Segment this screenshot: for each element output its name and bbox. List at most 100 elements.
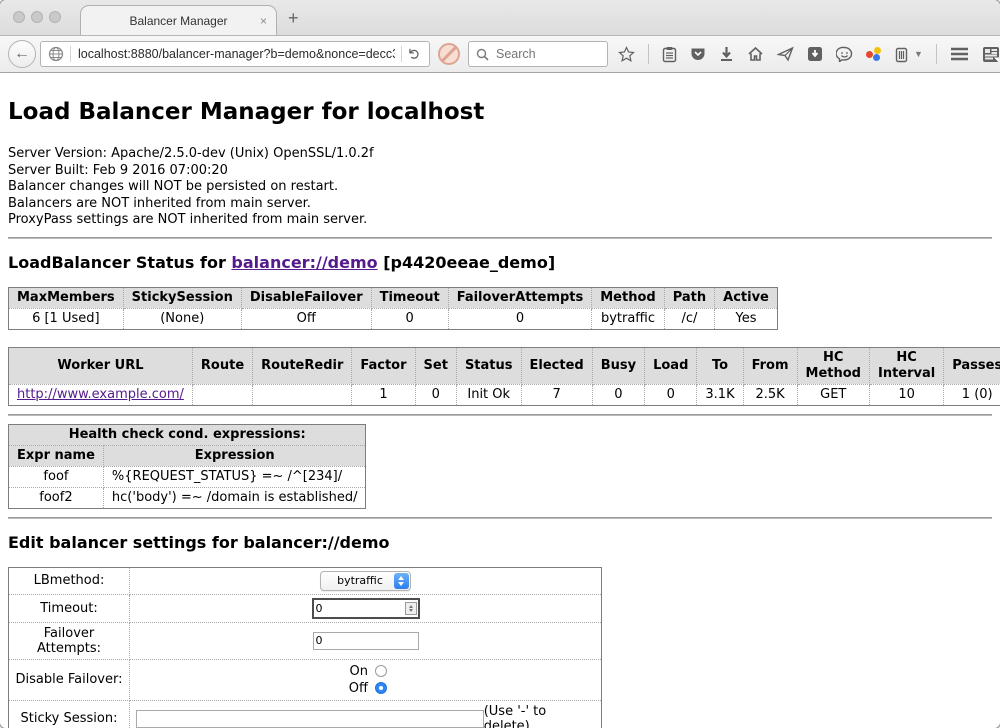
cell-expr-name-foof: foof — [9, 466, 104, 487]
cell-timeout: 0 — [371, 308, 448, 329]
col-status: Status — [456, 347, 521, 384]
lbmethod-selected-value: bytraffic — [335, 574, 393, 587]
proxypass-note: ProxyPass settings are NOT inherited fro… — [8, 212, 992, 229]
search-input[interactable] — [494, 46, 598, 62]
sticky-session-input[interactable] — [136, 710, 484, 728]
downloads-icon[interactable] — [719, 46, 734, 62]
col-from: From — [743, 347, 797, 384]
back-button[interactable]: ← — [8, 40, 36, 68]
disable-failover-label: Disable Failover: — [9, 659, 130, 700]
lbmethod-label: LBmethod: — [9, 567, 130, 594]
cell-load: 0 — [645, 384, 697, 405]
cell-active: Yes — [715, 308, 778, 329]
window-minimize-button[interactable] — [31, 11, 43, 23]
content-blocked-icon[interactable] — [438, 43, 460, 65]
number-spinner-icon[interactable] — [405, 602, 417, 615]
table-header-row: Expr name Expression — [9, 445, 366, 466]
col-set: Set — [415, 347, 456, 384]
bookmarks-grid-icon[interactable] — [982, 46, 1000, 63]
worker-url-link[interactable]: http://www.example.com/ — [17, 387, 184, 402]
divider-3 — [8, 517, 992, 519]
status-heading-prefix: LoadBalancer Status for — [8, 253, 226, 272]
urlbar-separator-2 — [401, 46, 402, 62]
reading-list-icon[interactable] — [662, 46, 677, 63]
tab-balancer-manager[interactable]: Balancer Manager × — [80, 5, 277, 36]
colored-dots-icon[interactable] — [866, 47, 882, 61]
cell-route — [192, 384, 252, 405]
navigation-toolbar: ← localhost:8880/balancer-manager?b=demo… — [0, 35, 1000, 73]
col-active: Active — [715, 287, 778, 308]
sticky-session-label: Sticky Session: — [9, 700, 130, 728]
failover-attempts-input[interactable] — [313, 632, 419, 650]
url-bar[interactable]: localhost:8880/balancer-manager?b=demo&n… — [40, 41, 430, 67]
hello-smiley-icon[interactable] — [836, 46, 853, 62]
cell-stickysession: (None) — [123, 308, 241, 329]
menu-icon[interactable] — [950, 47, 969, 61]
url-text[interactable]: localhost:8880/balancer-manager?b=demo&n… — [78, 47, 395, 61]
col-factor: Factor — [352, 347, 415, 384]
disable-failover-on-radio[interactable] — [375, 665, 387, 677]
cell-passes: 1 (0) — [944, 384, 1000, 405]
square-download-icon[interactable] — [807, 46, 823, 62]
col-hc-method: HC Method — [797, 347, 869, 384]
col-expression: Expression — [103, 445, 366, 466]
page-content: Load Balancer Manager for localhost Serv… — [0, 73, 1000, 728]
col-disablefailover: DisableFailover — [241, 287, 371, 308]
failover-attempts-cell — [130, 622, 602, 659]
search-bar[interactable] — [468, 41, 608, 67]
cell-maxmembers: 6 [1 Used] — [9, 308, 124, 329]
col-maxmembers: MaxMembers — [9, 287, 124, 308]
disable-failover-off-radio[interactable] — [375, 682, 387, 694]
home-icon[interactable] — [747, 46, 764, 62]
toolbar-dropdown-caret-icon[interactable]: ▼ — [914, 49, 923, 59]
pocket-icon[interactable] — [690, 46, 706, 62]
cell-status: Init Ok — [456, 384, 521, 405]
tab-bar: Balancer Manager × + — [0, 0, 1000, 35]
reload-icon[interactable]: ↻ — [406, 48, 424, 61]
divider-1 — [8, 237, 992, 239]
col-elected: Elected — [521, 347, 592, 384]
new-tab-button[interactable]: + — [288, 8, 299, 29]
site-identity-globe-icon[interactable] — [48, 46, 64, 62]
col-to: To — [697, 347, 743, 384]
cell-elected: 7 — [521, 384, 592, 405]
cell-factor: 1 — [352, 384, 415, 405]
cell-failoverattempts: 0 — [448, 308, 592, 329]
col-routeredir: RouteRedir — [253, 347, 352, 384]
tab-title: Balancer Manager — [129, 14, 227, 28]
col-stickysession: StickySession — [123, 287, 241, 308]
timeout-row: Timeout: — [9, 594, 602, 622]
col-method: Method — [592, 287, 664, 308]
failover-attempts-row: Failover Attempts: — [9, 622, 602, 659]
send-tab-icon[interactable] — [777, 46, 794, 62]
worker-table: Worker URL Route RouteRedir Factor Set S… — [8, 347, 1000, 406]
cell-hc-method: GET — [797, 384, 869, 405]
failover-attempts-label: Failover Attempts: — [9, 622, 130, 659]
timeout-cell — [130, 594, 602, 622]
cell-busy: 0 — [592, 384, 644, 405]
select-stepper-icon — [394, 573, 409, 589]
sticky-session-row: Sticky Session: (Use '-' to delete) — [9, 700, 602, 728]
table-row: 6 [1 Used] (None) Off 0 0 bytraffic /c/ … — [9, 308, 778, 329]
toolbar-separator — [648, 44, 649, 64]
cell-expr-name-foof2: foof2 — [9, 487, 104, 508]
col-expr-name: Expr name — [9, 445, 104, 466]
window-zoom-button[interactable] — [49, 11, 61, 23]
urlbar-separator — [70, 46, 71, 62]
bookmark-star-icon[interactable] — [618, 46, 635, 63]
server-version: Server Version: Apache/2.5.0-dev (Unix) … — [8, 146, 992, 163]
window-close-button[interactable] — [13, 11, 25, 23]
col-route: Route — [192, 347, 252, 384]
col-path: Path — [664, 287, 714, 308]
health-table-title: Health check cond. expressions: — [9, 424, 366, 445]
edit-settings-heading: Edit balancer settings for balancer://de… — [8, 533, 992, 552]
balancer-demo-link[interactable]: balancer://demo — [231, 253, 377, 272]
toolbar-icons: ▼ — [618, 44, 1000, 64]
toolbar-separator-2 — [936, 44, 937, 64]
panel-icon[interactable] — [895, 46, 908, 63]
radio-on-label: On — [344, 663, 368, 680]
timeout-input[interactable] — [312, 598, 420, 619]
lbmethod-select[interactable]: bytraffic — [320, 571, 411, 591]
tab-close-icon[interactable]: × — [260, 14, 267, 28]
sticky-session-hint: (Use '-' to delete) — [484, 704, 597, 728]
